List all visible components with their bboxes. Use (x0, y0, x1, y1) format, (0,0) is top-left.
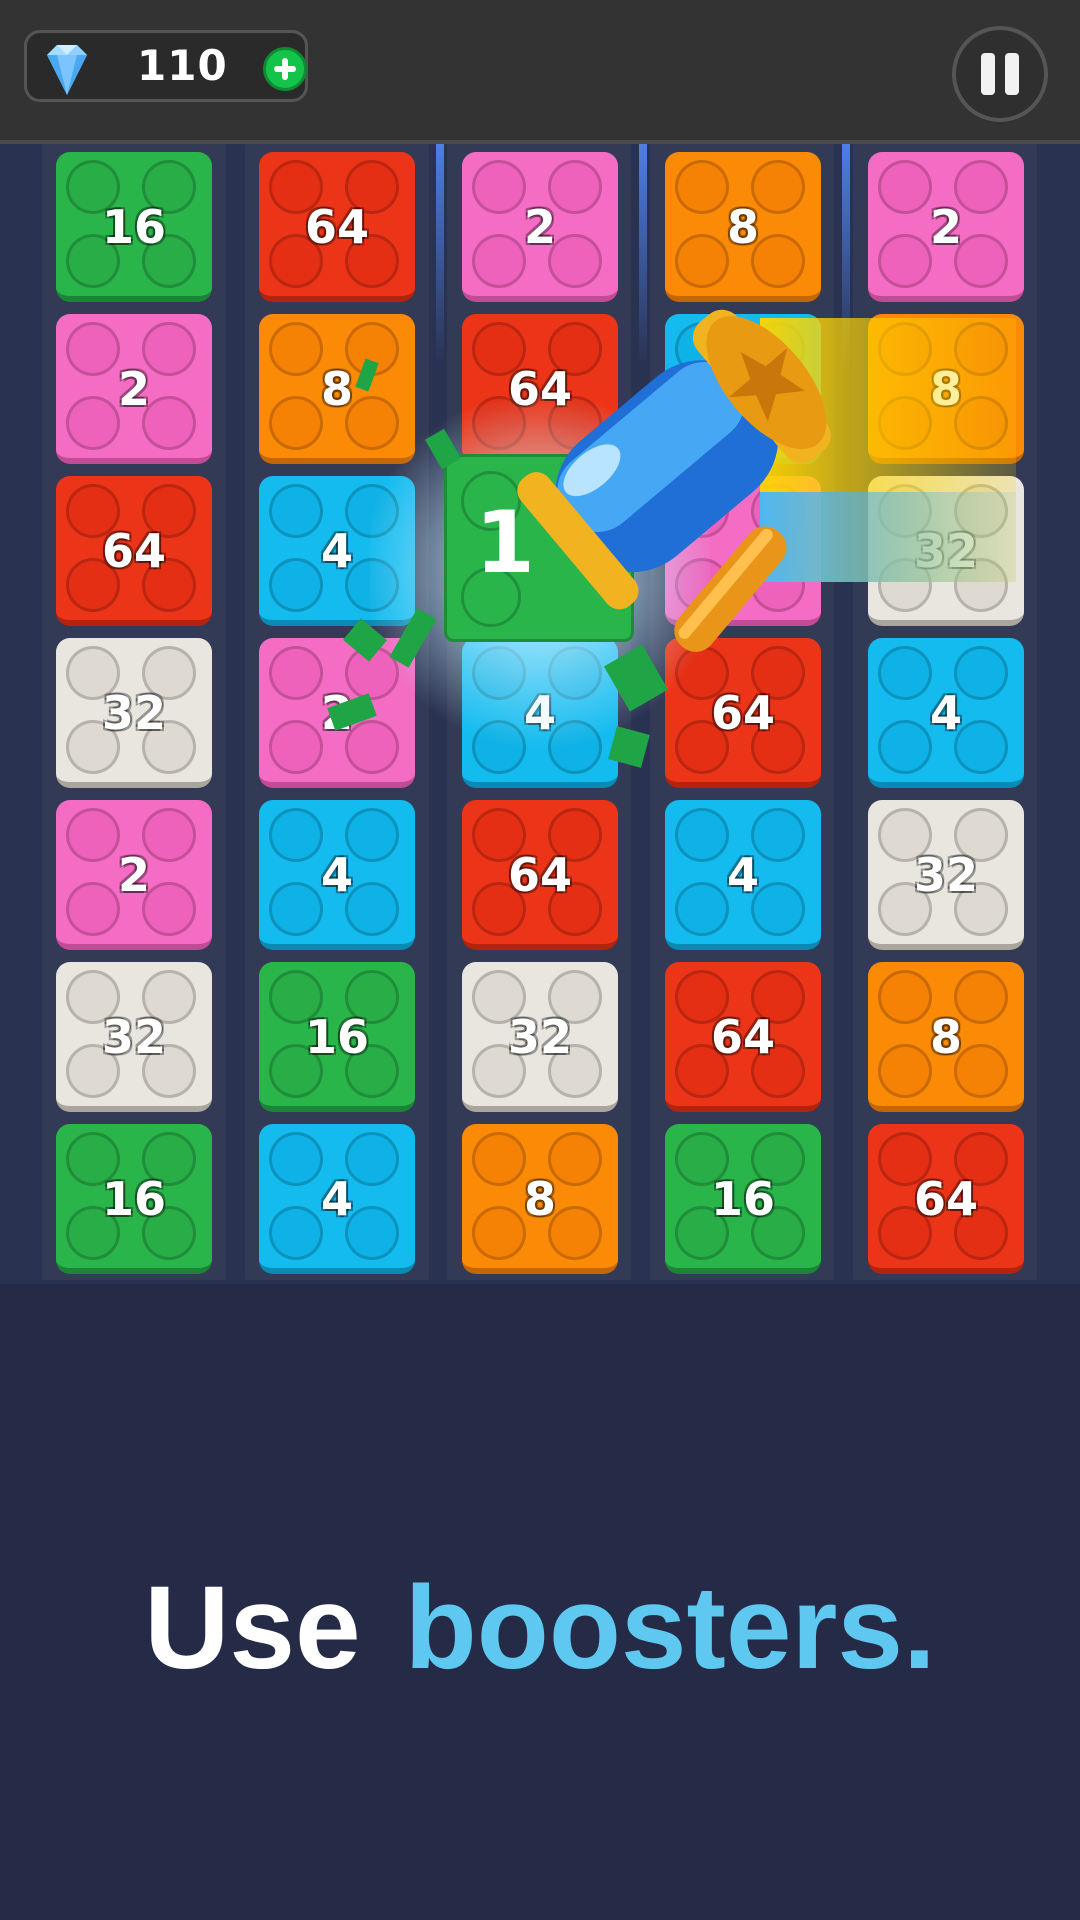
tile-value: 16 (101, 1172, 166, 1226)
number-tile[interactable]: 64 (665, 962, 821, 1112)
top-bar: 110 (0, 0, 1080, 144)
tile-value: 8 (320, 362, 353, 416)
tile-value: 64 (710, 1010, 775, 1064)
number-tile[interactable]: 4 (868, 638, 1024, 788)
number-tile[interactable]: 32 (868, 800, 1024, 950)
tile-value: 8 (929, 1010, 962, 1064)
gem-counter: 110 (24, 30, 308, 102)
tile-value: 64 (507, 848, 572, 902)
tile-value: 64 (101, 524, 166, 578)
number-tile[interactable]: 2 (56, 800, 212, 950)
caption-word-boosters: boosters. (404, 1562, 936, 1694)
number-tile[interactable]: 64 (259, 152, 415, 302)
tile-value: 4 (320, 848, 353, 902)
tile-value: 32 (101, 1010, 166, 1064)
number-tile[interactable]: 4 (259, 476, 415, 626)
caption-word-use: Use (144, 1562, 361, 1694)
hammer-icon (517, 309, 831, 652)
add-gems-button[interactable] (263, 47, 307, 91)
pause-button[interactable] (952, 26, 1048, 122)
number-tile[interactable]: 16 (665, 1124, 821, 1274)
number-tile[interactable]: 64 (56, 476, 212, 626)
tile-value: 16 (304, 1010, 369, 1064)
number-tile[interactable]: 8 (868, 314, 1024, 464)
number-tile[interactable]: 32 (462, 962, 618, 1112)
number-tile[interactable]: 64 (462, 800, 618, 950)
tile-value: 2 (929, 200, 962, 254)
number-tile[interactable]: 8 (665, 152, 821, 302)
tile-value: 2 (523, 200, 556, 254)
number-tile[interactable]: 8 (462, 1124, 618, 1274)
tile-value: 4 (726, 848, 759, 902)
number-tile[interactable]: 16 (56, 152, 212, 302)
number-tile[interactable]: 32 (56, 638, 212, 788)
tile-value: 4 (929, 686, 962, 740)
tile-value: 64 (913, 1172, 978, 1226)
tile-value: 2 (117, 848, 150, 902)
tile-value: 64 (304, 200, 369, 254)
tile-value: 8 (929, 362, 962, 416)
tile-value: 4 (320, 1172, 353, 1226)
number-tile[interactable]: 32 (56, 962, 212, 1112)
tile-value: 16 (710, 1172, 775, 1226)
tile-value: 32 (913, 848, 978, 902)
column-divider (436, 144, 444, 364)
promo-caption: Use boosters. (0, 1560, 1080, 1696)
tile-value: 16 (101, 200, 166, 254)
gem-count: 110 (137, 41, 228, 90)
tile-value: 32 (101, 686, 166, 740)
number-tile[interactable]: 16 (259, 962, 415, 1112)
tile-value: 8 (726, 200, 759, 254)
number-tile[interactable]: 2 (56, 314, 212, 464)
tile-value: 8 (523, 1172, 556, 1226)
number-tile[interactable]: 4 (665, 800, 821, 950)
number-tile[interactable]: 4 (259, 800, 415, 950)
diamond-icon (47, 45, 87, 95)
number-tile[interactable]: 4 (259, 1124, 415, 1274)
tile-value: 32 (507, 1010, 572, 1064)
number-tile[interactable]: 8 (259, 314, 415, 464)
number-tile[interactable]: 2 (462, 152, 618, 302)
tile-value: 4 (320, 524, 353, 578)
tile-value: 2 (117, 362, 150, 416)
number-tile[interactable]: 16 (56, 1124, 212, 1274)
number-tile[interactable]: 64 (868, 1124, 1024, 1274)
number-tile[interactable]: 2 (868, 152, 1024, 302)
number-tile[interactable]: 8 (868, 962, 1024, 1112)
